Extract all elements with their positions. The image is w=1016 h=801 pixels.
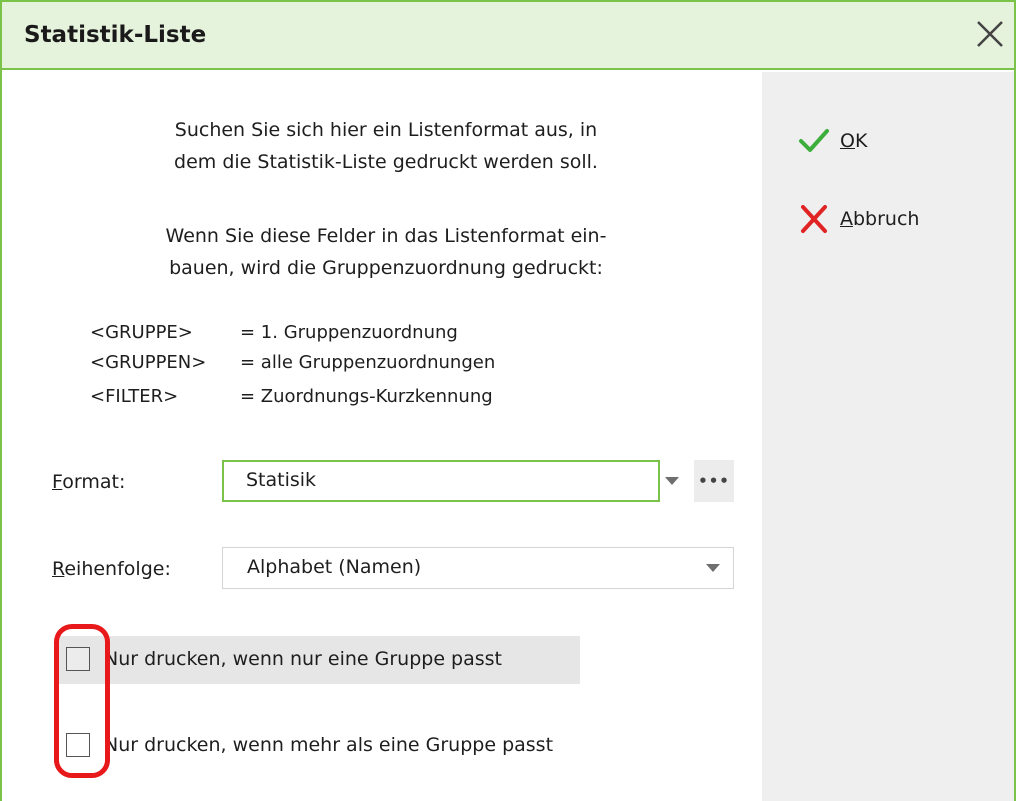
cross-icon <box>801 205 827 233</box>
field-row-filter: <FILTER> = Zuordnungs-Kurzkennung <box>90 382 493 412</box>
order-select[interactable]: Alphabet (Namen) <box>222 547 734 589</box>
intro-line-3: Wenn Sie diese Felder in das Listenforma… <box>165 225 607 247</box>
field-desc: = alle Gruppenzuordnungen <box>240 352 496 373</box>
intro-text-2: Wenn Sie diese Felder in das Listenforma… <box>10 220 762 284</box>
intro-text-1: Suchen Sie sich hier ein Listenformat au… <box>10 114 762 178</box>
format-label: Format: <box>52 471 126 493</box>
close-button[interactable] <box>972 16 1008 52</box>
intro-line-1: Suchen Sie sich hier ein Listenformat au… <box>174 119 598 141</box>
field-desc: = 1. Gruppenzuordnung <box>240 322 458 343</box>
cancel-label: Abbruch <box>840 208 920 230</box>
field-desc: = Zuordnungs-Kurzkennung <box>240 386 493 407</box>
ok-label: OK <box>840 130 868 152</box>
field-row-gruppen: <GRUPPEN> = alle Gruppenzuordnungen <box>90 348 495 378</box>
field-key: <GRUPPEN> <box>90 352 207 373</box>
title-bar: Statistik-Liste <box>2 2 1014 70</box>
checkbox-more-than-one-group[interactable]: Nur drucken, wenn mehr als eine Gruppe p… <box>58 722 580 770</box>
field-key: <GRUPPE> <box>90 322 193 343</box>
check-icon <box>799 129 829 152</box>
order-label: Reihenfolge: <box>52 558 171 580</box>
field-key: <FILTER> <box>90 386 179 407</box>
format-dropdown-arrow[interactable] <box>655 461 689 501</box>
checkbox-label: Nur drucken, wenn mehr als eine Gruppe p… <box>104 734 554 756</box>
dialog-title: Statistik-Liste <box>24 22 207 48</box>
checkbox-label: Nur drucken, wenn nur eine Gruppe passt <box>104 648 503 670</box>
field-row-gruppe: <GRUPPE> = 1. Gruppenzuordnung <box>90 318 458 348</box>
checkbox-box[interactable] <box>66 733 90 757</box>
format-input[interactable]: Statisik <box>222 460 660 502</box>
close-icon <box>977 21 1003 47</box>
content-panel: Suchen Sie sich hier ein Listenformat au… <box>10 72 762 801</box>
action-panel: OK Abbruch <box>762 72 1014 801</box>
statistik-liste-dialog: Statistik-Liste Suchen Sie sich hier ein… <box>0 0 1016 801</box>
intro-line-4: bauen, wird die Gruppenzuordnung gedruck… <box>169 257 603 279</box>
checkbox-only-one-group[interactable]: Nur drucken, wenn nur eine Gruppe passt <box>58 636 580 684</box>
format-more-button[interactable]: ••• <box>694 460 734 502</box>
intro-line-2: dem die Statistik-Liste gedruckt werden … <box>174 151 598 173</box>
order-dropdown-arrow[interactable] <box>696 548 730 588</box>
checkbox-box[interactable] <box>66 647 90 671</box>
